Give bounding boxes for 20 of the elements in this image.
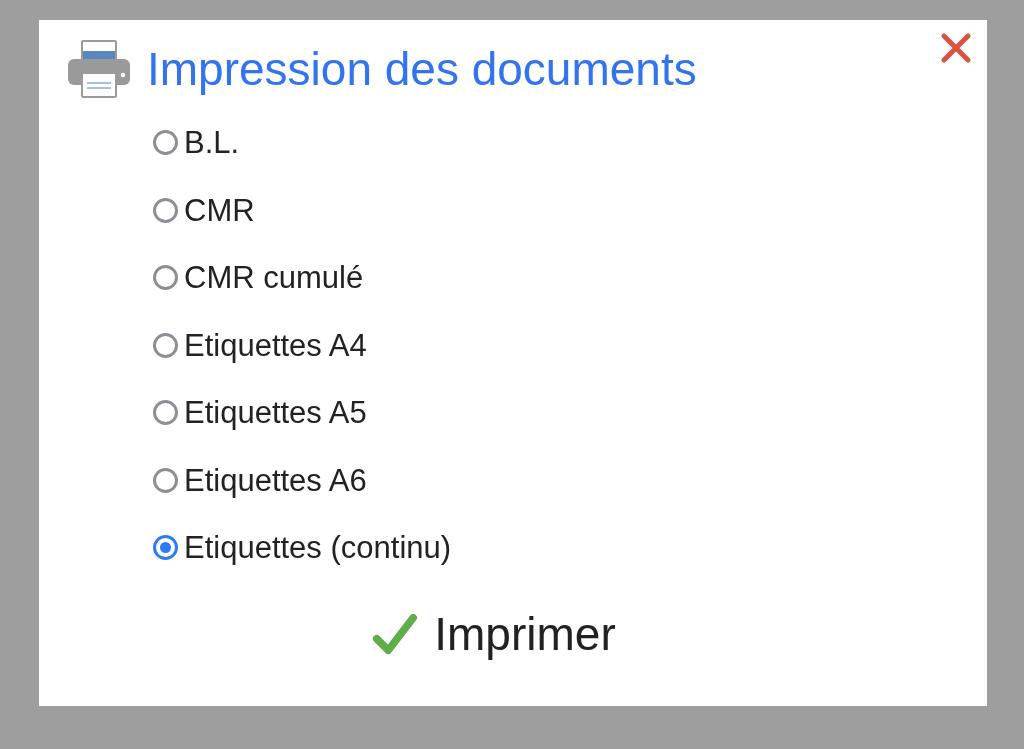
option-label: CMR cumulé [184, 259, 364, 297]
radio-button[interactable] [153, 130, 178, 156]
option-label: CMR [184, 191, 255, 229]
option-label: Etiquettes A4 [184, 326, 367, 364]
option-label: Etiquettes A6 [184, 461, 367, 499]
option-label: B.L. [184, 124, 240, 162]
option-label: Etiquettes (continu) [184, 529, 452, 567]
dialog-title: Impression des documents [147, 43, 697, 95]
check-icon [372, 611, 419, 656]
radio-button[interactable] [153, 467, 178, 493]
radio-button[interactable] [153, 332, 178, 358]
print-button[interactable]: Imprimer [368, 605, 620, 663]
radio-button[interactable] [153, 400, 178, 426]
radio-button[interactable] [153, 535, 178, 561]
printer-icon [67, 40, 131, 98]
radio-button[interactable] [153, 265, 178, 291]
option-label: Etiquettes A5 [184, 394, 367, 432]
radio-button[interactable] [153, 197, 178, 223]
close-button[interactable] [939, 32, 973, 64]
close-icon [940, 33, 972, 63]
